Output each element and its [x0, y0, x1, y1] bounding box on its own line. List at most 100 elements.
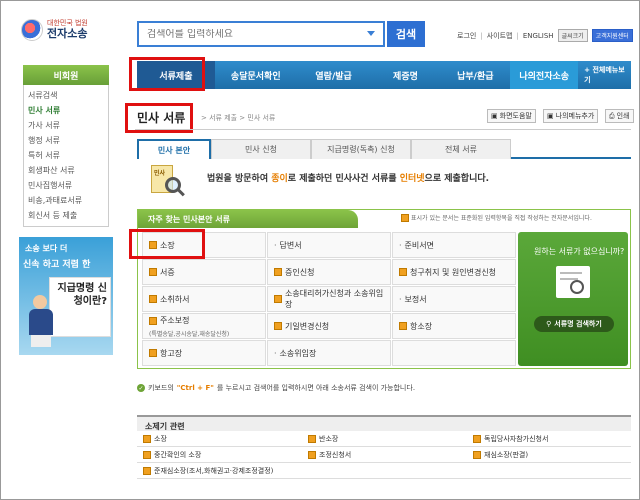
site-logo[interactable]: 대한민국 법원 전자소송 [21, 19, 88, 41]
related-document-item[interactable]: 재심소장(판결) [467, 447, 631, 463]
frequent-document-item[interactable]: 주소보정 (특별송달,공시송달,재송달신청) [142, 313, 266, 339]
sidebar-item-non-contentious[interactable]: 비송,과태료서류 [24, 193, 108, 208]
all-menu-link[interactable]: + 전체메뉴보기 [578, 65, 631, 85]
frequent-document-item[interactable]: 소취하서 [142, 286, 266, 312]
support-center-button[interactable]: 고객지원센터 [591, 29, 633, 42]
title-divider [135, 129, 631, 130]
sidebar-item-civil[interactable]: 민사 서류 [24, 103, 108, 118]
sidebar-item-admin[interactable]: 행정 서류 [24, 133, 108, 148]
related-document-item[interactable]: 독립당사자참가신청서 [467, 431, 631, 447]
frequent-document-item[interactable]: · 답변서 [267, 232, 391, 258]
breadcrumb: > 서류 제출 > 민사 서류 [201, 114, 276, 122]
related-document-item[interactable]: 준재심소장(조서,화해권고·강제조정결정) [137, 463, 302, 479]
sidebar-item-patent[interactable]: 특허 서류 [24, 148, 108, 163]
frequent-document-item[interactable]: 소송대리허가신청과 소송위임장 [267, 286, 391, 312]
frequent-document-item [392, 340, 516, 366]
related-document-item[interactable]: 조정신청서 [302, 447, 467, 463]
tab-payment-order[interactable]: 지급명령(독촉) 신청 [311, 139, 411, 159]
add-my-menu-button[interactable]: ▣ 나의메뉴추가 [543, 109, 599, 123]
search-box[interactable] [137, 21, 385, 47]
frequent-document-item[interactable]: 소장 [142, 232, 266, 258]
e-document-icon [399, 268, 407, 276]
search-input[interactable] [147, 28, 357, 40]
screen-help-button[interactable]: ▣ 화면도움말 [487, 109, 536, 123]
e-document-icon [149, 349, 157, 357]
logo-title: 전자소송 [47, 26, 88, 40]
printer-icon: ⎙ [609, 111, 615, 120]
frequent-document-item[interactable]: 항고장 [142, 340, 266, 366]
promo-line-2: 신속 하고 저렴 한 [23, 260, 91, 270]
sitemap-link[interactable]: 사이트맵 [487, 31, 513, 41]
related-document-item[interactable]: 소장 [137, 431, 302, 447]
tab-bar: 민사 본안 민사 신청 지급명령(독촉) 신청 전체 서류 [137, 139, 631, 159]
related-document-item[interactable]: 중간확인의 소장 [137, 447, 302, 463]
tab-civil-application[interactable]: 민사 신청 [211, 139, 311, 159]
e-document-icon [149, 241, 157, 249]
frequent-document-item[interactable]: · 보정서 [392, 286, 516, 312]
frequent-documents-grid: 소장 · 답변서 · 준비서면서증 증인신청 청구취지 및 원인변경신청소취하서 소송대리허가… [142, 232, 516, 366]
frequent-document-item[interactable]: · 소송위임장 [267, 340, 391, 366]
e-document-icon [308, 450, 316, 459]
related-section-title: 소제기 관련 [137, 415, 631, 431]
sidebar-item-family[interactable]: 가사 서류 [24, 118, 108, 133]
help-icon: ▣ [491, 112, 498, 120]
intro-text: 법원을 방문하여 종이로 제출하던 민사사건 서류를 인터넷으로 제출합니다. [207, 174, 490, 184]
sidebar-item-bankruptcy[interactable]: 회생파산 서류 [24, 163, 108, 178]
payment-order-banner[interactable]: 소송 보다 더 신속 하고 저렴 한 지급명령 신청이란? [19, 237, 113, 355]
document-magnifier-icon [556, 266, 590, 298]
e-document-icon [143, 434, 151, 443]
frequent-document-item[interactable]: 기일변경신청 [267, 313, 391, 339]
nav-document-submit[interactable]: 서류제출 [137, 61, 215, 89]
sidebar-item-execution[interactable]: 민사집행서류 [24, 178, 108, 193]
nav-payment-refund[interactable]: 납부/환급 [440, 61, 510, 89]
document-search-panel: 원하는 서류가 없으십니까? ⚲ 서류명 검색하기 [518, 232, 628, 366]
related-document-item [467, 463, 631, 479]
header: 대한민국 법원 전자소송 검색 로그인 | 사이트맵 | ENGLISH 글씨크… [1, 1, 640, 53]
tab-civil-main[interactable]: 민사 본안 [137, 139, 211, 159]
page-title: 민사 서류 [137, 111, 186, 125]
english-link[interactable]: ENGLISH [523, 32, 554, 40]
document-name-search-button[interactable]: ⚲ 서류명 검색하기 [534, 316, 614, 332]
frequent-documents-panel: 자주 찾는 민사본안 서류 소장 · 답변서 · 준비서면서증 증인신청 청구취지 및 원인… [137, 209, 631, 369]
e-document-icon [143, 466, 151, 475]
document-search-icon: 민사 [151, 165, 185, 197]
frequent-documents-title: 자주 찾는 민사본안 서류 [138, 210, 358, 228]
sidebar-item-reply[interactable]: 회신서 등 제출 [24, 208, 108, 223]
tab-all-documents[interactable]: 전체 서류 [411, 139, 511, 159]
sidebar: 비회원 서류검색 민사 서류 가사 서류 행정 서류 특허 서류 회생파산 서류… [23, 65, 109, 227]
related-documents-section: 소제기 관련 소장 반소장 독립당사자참가신청서중간확인의 소장 조정신청서 재심소장(… [137, 415, 631, 479]
related-document-item [302, 463, 467, 479]
frequent-document-item[interactable]: 증인신청 [267, 259, 391, 285]
login-link[interactable]: 로그인 [457, 31, 476, 41]
font-size-button[interactable]: 글씨크기 [557, 29, 588, 42]
nav-view-issue[interactable]: 열람/발급 [297, 61, 371, 89]
info-icon: ✓ [137, 384, 145, 392]
electronic-document-note: 표시가 있는 문서는 표준화된 입력항목을 직접 작성하는 전자문서입니다. [401, 213, 592, 222]
e-document-icon [274, 322, 282, 330]
nav-certificates[interactable]: 제증명 [371, 61, 441, 89]
frequent-document-item[interactable]: 서증 [142, 259, 266, 285]
main-nav: 서류제출 송달문서확인 열람/발급 제증명 납부/환급 나의전자소송 + 전체메… [137, 61, 631, 89]
e-document-icon [149, 316, 157, 325]
e-document-icon [149, 295, 157, 303]
e-document-icon [143, 450, 151, 459]
print-button[interactable]: ⎙ 인쇄 [605, 109, 634, 123]
frequent-document-item[interactable]: 항소장 [392, 313, 516, 339]
e-document-icon [399, 322, 407, 330]
promo-card: 지급명령 신청이란? [49, 277, 111, 337]
promo-line-1: 소송 보다 더 [25, 244, 68, 253]
sidebar-item-search[interactable]: 서류검색 [24, 88, 108, 103]
e-document-icon [274, 268, 282, 276]
e-document-icon [308, 434, 316, 443]
dropdown-arrow-icon[interactable] [367, 31, 375, 36]
frequent-document-item[interactable]: 청구취지 및 원인변경신청 [392, 259, 516, 285]
e-document-icon [149, 268, 157, 276]
nav-served-documents[interactable]: 송달문서확인 [215, 61, 297, 89]
top-links: 로그인 | 사이트맵 | ENGLISH 글씨크기 고객지원센터 [457, 29, 633, 42]
search-icon: ⚲ [546, 320, 552, 328]
related-document-item[interactable]: 반소장 [302, 431, 467, 447]
court-emblem-icon [21, 19, 43, 41]
search-button[interactable]: 검색 [387, 21, 425, 47]
nav-my-ecourt[interactable]: 나의전자소송 [510, 61, 579, 89]
frequent-document-item[interactable]: · 준비서면 [392, 232, 516, 258]
